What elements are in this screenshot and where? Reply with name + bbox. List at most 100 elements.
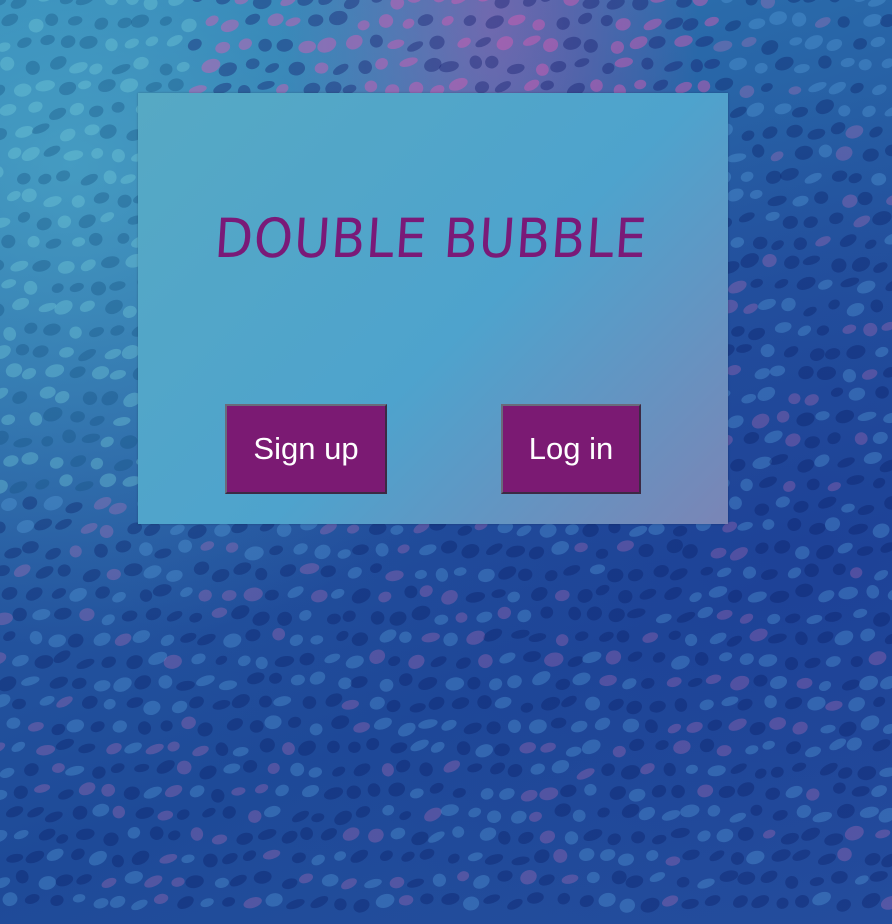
texture-bump xyxy=(829,738,847,751)
texture-bump xyxy=(561,695,577,708)
texture-bump xyxy=(835,146,853,161)
texture-bump xyxy=(10,260,29,272)
texture-bump xyxy=(666,539,683,554)
texture-bump xyxy=(130,14,150,28)
texture-bump xyxy=(785,875,799,889)
texture-bump xyxy=(27,806,44,818)
texture-bump xyxy=(473,875,490,889)
texture-bump xyxy=(122,305,137,319)
texture-bump xyxy=(873,477,886,489)
texture-bump xyxy=(395,759,411,773)
texture-bump xyxy=(177,896,194,910)
texture-bump xyxy=(619,898,636,913)
texture-bump xyxy=(50,894,64,907)
texture-bump xyxy=(830,122,846,135)
texture-bump xyxy=(60,35,76,48)
texture-bump xyxy=(417,14,434,27)
texture-bump xyxy=(25,850,45,864)
texture-bump xyxy=(570,720,588,733)
texture-bump xyxy=(135,807,155,819)
texture-bump xyxy=(243,897,262,909)
texture-bump xyxy=(602,62,615,74)
texture-bump xyxy=(72,805,88,820)
texture-bump xyxy=(837,16,850,28)
texture-bump xyxy=(441,15,454,26)
texture-bump xyxy=(817,853,837,865)
texture-bump xyxy=(414,569,427,580)
texture-bump xyxy=(544,570,558,582)
texture-bump xyxy=(875,386,889,399)
texture-bump xyxy=(0,829,8,843)
texture-bump xyxy=(798,365,814,380)
texture-bump xyxy=(255,567,268,581)
texture-bump xyxy=(524,79,540,91)
texture-bump xyxy=(857,191,873,206)
texture-bump xyxy=(212,700,231,710)
texture-bump xyxy=(54,300,73,315)
texture-bump xyxy=(399,673,413,686)
texture-bump xyxy=(825,700,843,711)
texture-bump xyxy=(170,524,185,536)
texture-bump xyxy=(99,473,117,488)
texture-bump xyxy=(48,634,66,648)
texture-bump xyxy=(795,583,814,598)
texture-bump xyxy=(817,631,834,644)
texture-bump xyxy=(35,80,55,92)
texture-bump xyxy=(1,279,17,289)
texture-bump xyxy=(627,651,643,662)
texture-bump xyxy=(671,655,690,670)
texture-bump xyxy=(870,299,884,313)
signup-button[interactable]: Sign up xyxy=(225,404,387,494)
texture-bump xyxy=(66,719,85,733)
texture-bump xyxy=(133,56,149,70)
texture-bump xyxy=(883,724,892,734)
texture-bump xyxy=(234,0,249,5)
texture-bump xyxy=(17,211,31,223)
texture-bump xyxy=(369,696,385,710)
texture-bump xyxy=(456,741,471,756)
texture-bump xyxy=(337,549,351,559)
texture-bump xyxy=(715,77,734,91)
texture-bump xyxy=(154,548,172,559)
texture-bump xyxy=(441,719,457,731)
texture-bump xyxy=(40,34,55,46)
texture-bump xyxy=(737,871,756,885)
texture-bump xyxy=(199,765,217,780)
texture-bump xyxy=(754,503,770,516)
texture-bump xyxy=(529,811,542,822)
texture-bump xyxy=(528,633,547,643)
login-button[interactable]: Log in xyxy=(501,404,641,494)
texture-bump xyxy=(55,874,74,887)
texture-bump xyxy=(58,789,74,800)
texture-bump xyxy=(646,850,659,861)
texture-bump xyxy=(13,564,31,578)
texture-bump xyxy=(0,430,9,445)
texture-bump xyxy=(740,478,753,492)
texture-bump xyxy=(787,0,802,3)
texture-bump xyxy=(583,39,598,53)
texture-bump xyxy=(17,37,32,48)
texture-bump xyxy=(265,63,280,73)
texture-bump xyxy=(730,763,747,774)
texture-bump xyxy=(78,743,96,754)
texture-bump xyxy=(795,546,810,560)
texture-bump xyxy=(109,895,126,908)
texture-bump xyxy=(45,364,65,378)
texture-bump xyxy=(1,587,18,600)
texture-bump xyxy=(478,654,493,669)
texture-bump xyxy=(872,739,891,752)
texture-bump xyxy=(607,568,624,583)
texture-bump xyxy=(661,810,681,821)
texture-bump xyxy=(862,148,879,162)
texture-bump xyxy=(364,878,382,889)
texture-bump xyxy=(231,605,250,620)
texture-bump xyxy=(875,346,889,358)
texture-bump xyxy=(51,723,66,736)
texture-bump xyxy=(740,171,754,182)
texture-bump xyxy=(105,38,118,52)
texture-bump xyxy=(347,567,362,579)
texture-bump xyxy=(245,13,261,25)
texture-bump xyxy=(0,42,11,52)
texture-bump xyxy=(0,676,17,692)
texture-bump xyxy=(132,630,150,643)
